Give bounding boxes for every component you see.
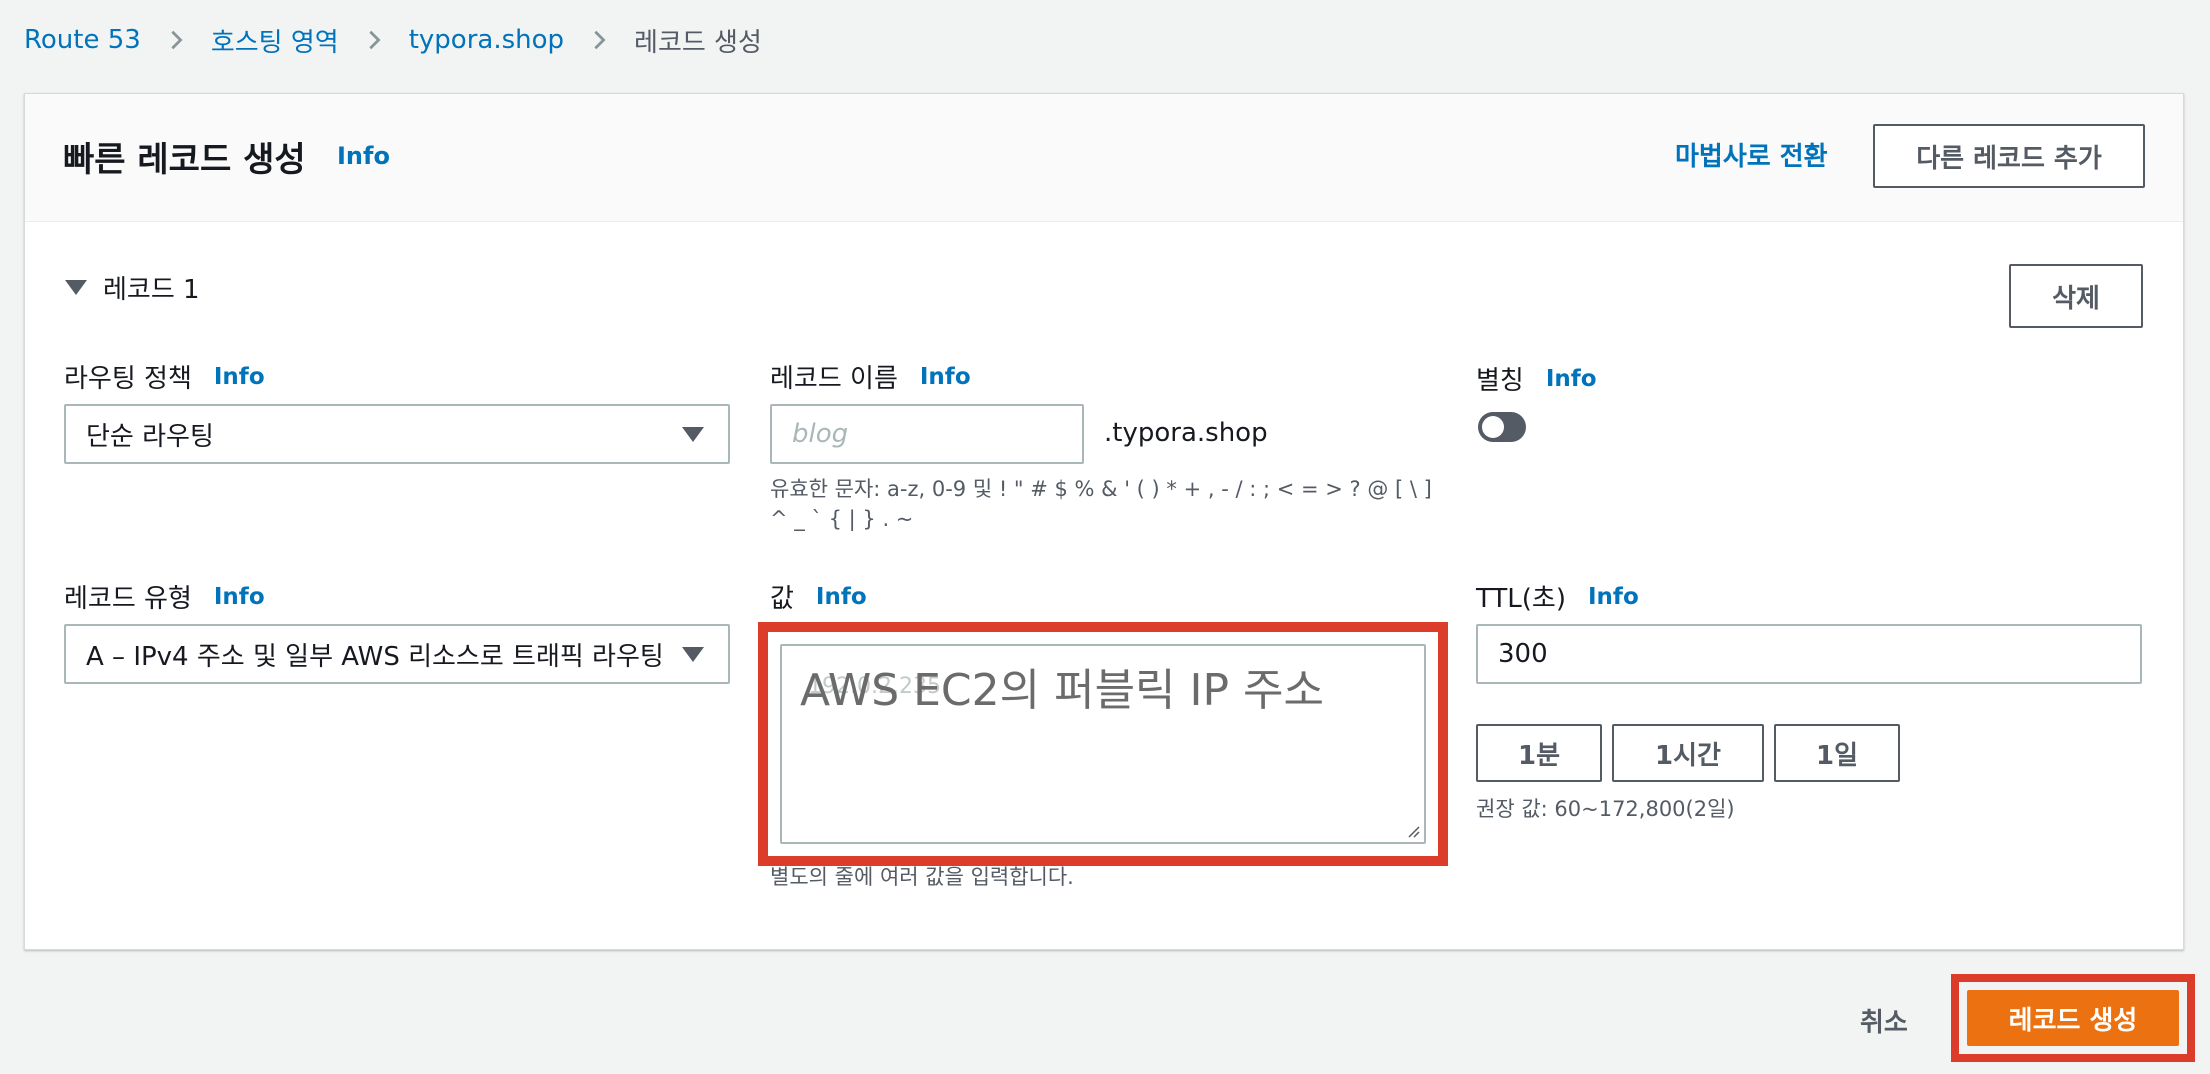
add-another-record-button[interactable]: 다른 레코드 추가 (1873, 124, 2145, 188)
page-title: 빠른 레코드 생성 (63, 140, 306, 180)
record-type-info-link[interactable]: Info (214, 584, 265, 610)
record-name-label: 레코드 이름 Info (770, 363, 971, 395)
ttl-1min-button[interactable]: 1분 (1476, 724, 1602, 782)
ttl-info-link[interactable]: Info (1588, 584, 1639, 610)
routing-policy-info-link[interactable]: Info (214, 364, 265, 390)
record-title: 레코드 1 (103, 275, 200, 305)
alias-info-link[interactable]: Info (1546, 366, 1597, 392)
breadcrumb-current: 레코드 생성 (634, 27, 762, 58)
breadcrumb-route53[interactable]: Route 53 (24, 25, 141, 55)
value-highlight-box: 192.0.2.235 AWS EC2의 퍼블릭 IP 주소 (758, 622, 1448, 866)
breadcrumb: Route 53 호스팅 영역 typora.shop 레코드 생성 (24, 18, 762, 62)
breadcrumb-hosted-zones[interactable]: 호스팅 영역 (211, 22, 339, 59)
value-helper: 별도의 줄에 여러 값을 입력합니다. (770, 865, 1074, 889)
panel-header: 빠른 레코드 생성 Info 마법사로 전환 다른 레코드 추가 (25, 94, 2183, 222)
resize-grip-icon[interactable] (1404, 822, 1420, 838)
caret-down-icon (65, 280, 87, 295)
caret-down-icon (682, 427, 704, 442)
create-highlight-box: 레코드 생성 (1951, 974, 2195, 1062)
chevron-right-icon (588, 29, 610, 51)
title-info-link[interactable]: Info (337, 142, 390, 170)
record-expand-toggle[interactable]: 레코드 1 (65, 269, 200, 306)
routing-policy-select[interactable]: 단순 라우팅 (64, 404, 730, 464)
ttl-1day-button[interactable]: 1일 (1774, 724, 1900, 782)
switch-to-wizard-link[interactable]: 마법사로 전환 (1675, 136, 1828, 173)
delete-record-button[interactable]: 삭제 (2009, 264, 2143, 328)
value-textarea[interactable]: 192.0.2.235 AWS EC2의 퍼블릭 IP 주소 (780, 644, 1426, 844)
value-label: 값 Info (770, 583, 867, 615)
chevron-right-icon (165, 29, 187, 51)
ttl-helper: 권장 값: 60~172,800(2일) (1476, 797, 1735, 821)
cancel-button[interactable]: 취소 (1860, 1002, 1908, 1039)
value-info-link[interactable]: Info (816, 584, 867, 610)
record-type-select[interactable]: A – IPv4 주소 및 일부 AWS 리소스로 트래픽 라우팅 (64, 624, 730, 684)
record-name-helper-line2: ^ _ ` { | } . ~ (770, 507, 914, 531)
create-records-button[interactable]: 레코드 생성 (1967, 990, 2179, 1046)
record-name-info-link[interactable]: Info (920, 364, 971, 390)
ttl-1hour-button[interactable]: 1시간 (1612, 724, 1764, 782)
ttl-input[interactable] (1476, 624, 2142, 684)
record-name-input[interactable] (770, 404, 1084, 464)
record-type-label: 레코드 유형 Info (64, 583, 265, 615)
caret-down-icon (682, 647, 704, 662)
chevron-right-icon (363, 29, 385, 51)
record-name-helper-line1: 유효한 문자: a-z, 0-9 및 ! " # $ % & ' ( ) * +… (770, 477, 1432, 501)
value-annotation: AWS EC2의 퍼블릭 IP 주소 (800, 665, 1324, 716)
alias-label: 별칭 Info (1476, 365, 1597, 397)
alias-toggle[interactable] (1478, 412, 1526, 442)
routing-policy-label: 라우팅 정책 Info (64, 363, 265, 395)
ttl-label: TTL(초) Info (1476, 583, 1639, 615)
record-name-suffix: .typora.shop (1104, 418, 1268, 448)
toggle-knob (1482, 416, 1504, 438)
breadcrumb-zone[interactable]: typora.shop (409, 25, 564, 55)
